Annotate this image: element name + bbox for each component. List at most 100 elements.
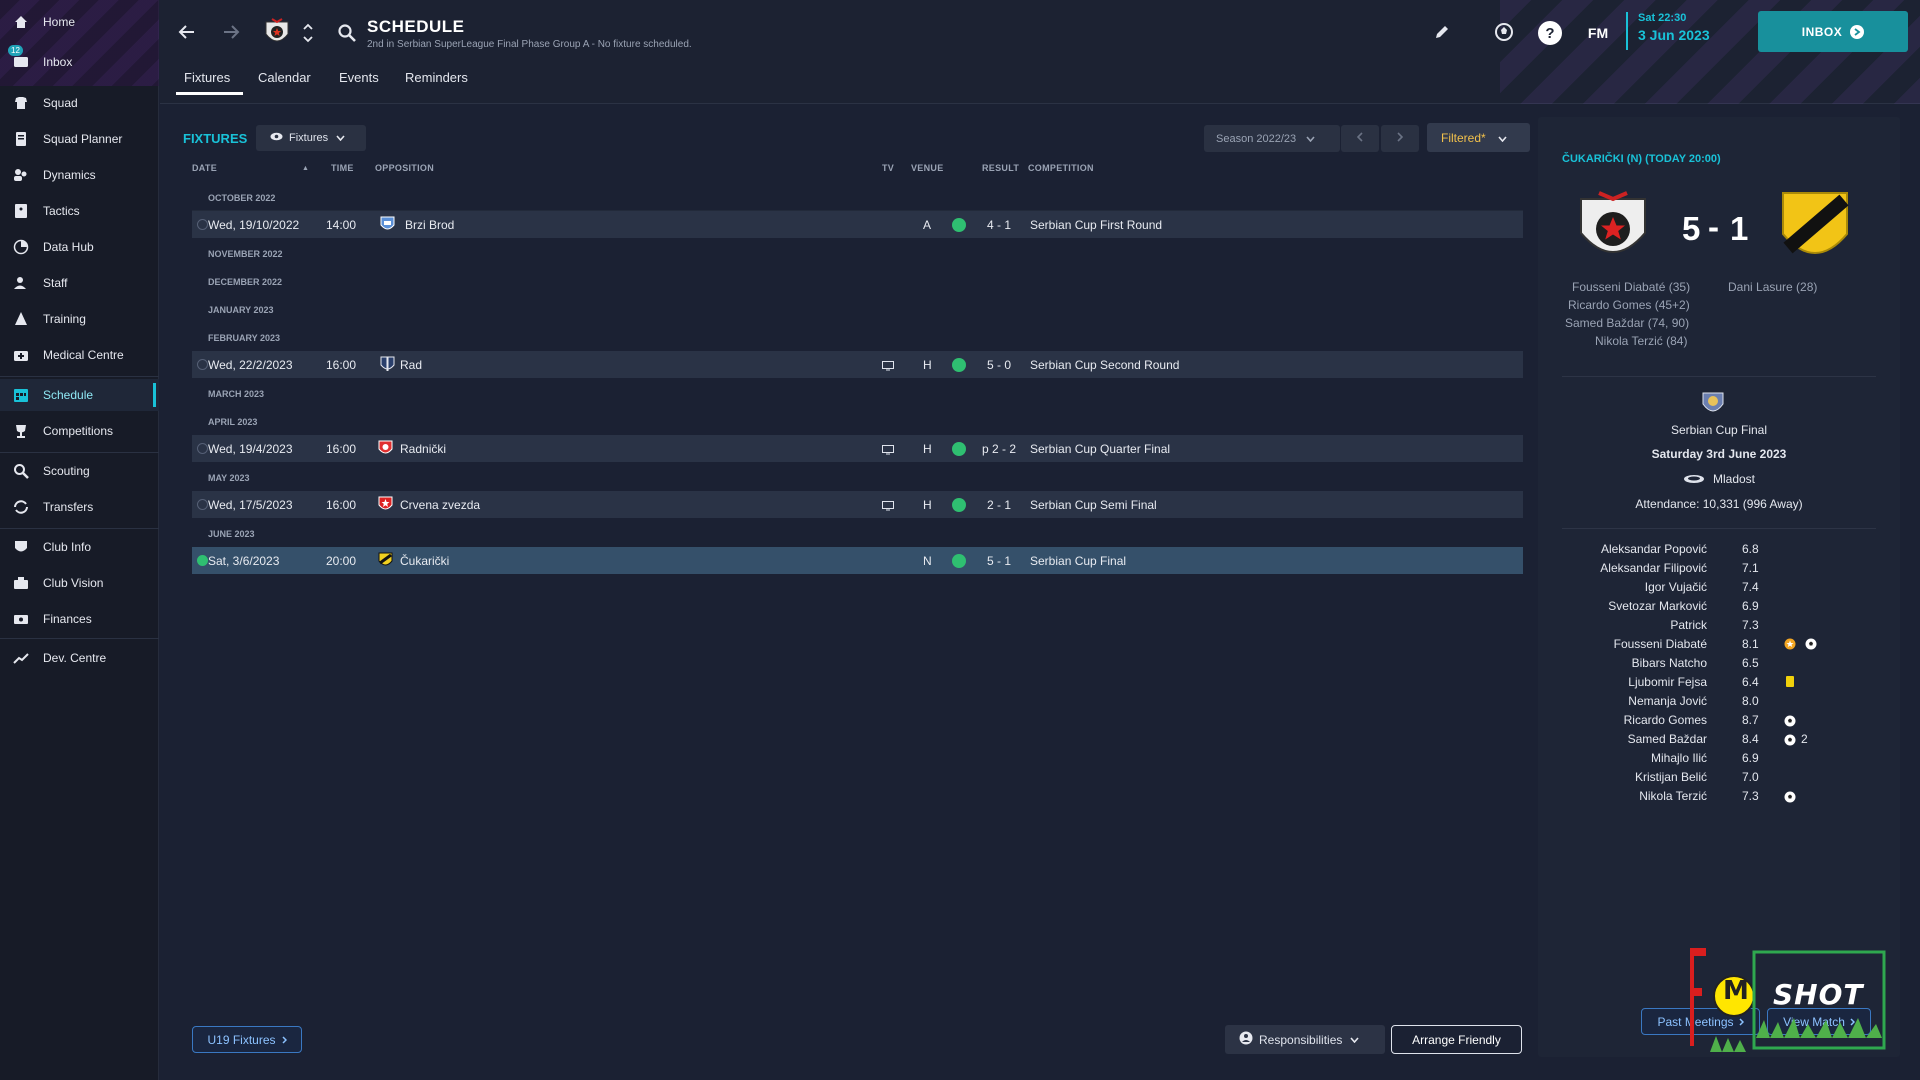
fixture-result[interactable]: p 2 - 2 xyxy=(982,442,1016,456)
sidebar-item-staff[interactable]: Staff xyxy=(0,267,159,299)
column-header-venue[interactable]: VENUE xyxy=(911,163,944,173)
schedule-icon xyxy=(12,386,30,404)
fm-logo[interactable]: FM xyxy=(1584,22,1612,44)
home-club-crest-icon[interactable] xyxy=(1577,189,1649,274)
column-header-opposition[interactable]: OPPOSITION xyxy=(375,163,434,173)
player-name[interactable]: Nikola Terzić xyxy=(1639,789,1707,803)
fixture-row[interactable]: Wed, 17/5/2023 16:00 Crvena zvezda H 2 -… xyxy=(192,491,1523,518)
player-name[interactable]: Kristijan Belić xyxy=(1635,770,1707,784)
fixture-result[interactable]: 2 - 1 xyxy=(987,498,1011,512)
sidebar-item-schedule[interactable]: Schedule xyxy=(0,379,159,411)
fixtures-view-dropdown[interactable]: Fixtures xyxy=(256,125,366,151)
sidebar-item-label: Club Vision xyxy=(43,576,104,590)
sidebar-item-scouting[interactable]: Scouting xyxy=(0,455,159,487)
fixture-opposition[interactable]: Crvena zvezda xyxy=(400,498,480,512)
sidebar-item-medical-centre[interactable]: Medical Centre xyxy=(0,339,159,371)
player-name[interactable]: Igor Vujačić xyxy=(1645,580,1707,594)
fixture-competition[interactable]: Serbian Cup Second Round xyxy=(1030,358,1179,372)
fixture-competition[interactable]: Serbian Cup First Round xyxy=(1030,218,1162,232)
fixture-row[interactable]: Wed, 19/10/2022 14:00 Brzi Brod A 4 - 1 … xyxy=(192,211,1523,238)
column-header-tv[interactable]: TV xyxy=(882,163,894,173)
player-name[interactable]: Ricardo Gomes xyxy=(1624,713,1707,727)
tab-events[interactable]: Events xyxy=(339,70,379,85)
player-name[interactable]: Fousseni Diabaté xyxy=(1614,637,1707,651)
fixture-result[interactable]: 5 - 0 xyxy=(987,358,1011,372)
fixture-row[interactable]: Wed, 22/2/2023 16:00 Rad H 5 - 0 Serbian… xyxy=(192,351,1523,378)
inbox-continue-button[interactable]: INBOX xyxy=(1758,11,1908,52)
season-dropdown[interactable]: Season 2022/23 xyxy=(1204,125,1340,152)
player-name[interactable]: Samed Baždar xyxy=(1628,732,1707,746)
forward-arrow-icon[interactable] xyxy=(219,20,243,44)
column-header-time[interactable]: TIME xyxy=(331,163,354,173)
fixture-competition[interactable]: Serbian Cup Quarter Final xyxy=(1030,442,1170,456)
club-switch-chevrons-icon[interactable] xyxy=(301,20,315,46)
club-crest-icon[interactable] xyxy=(262,16,292,50)
fixture-opposition[interactable]: Radnički xyxy=(400,442,446,456)
home-scorer: Ricardo Gomes (45+2) xyxy=(1568,298,1690,312)
search-icon[interactable] xyxy=(334,20,360,46)
player-name[interactable]: Ljubomir Fejsa xyxy=(1628,675,1707,689)
tab-calendar[interactable]: Calendar xyxy=(258,70,311,85)
fixture-opposition[interactable]: Čukarički xyxy=(400,554,449,568)
fixture-time: 14:00 xyxy=(326,217,357,232)
sidebar-item-club-info[interactable]: Club Info xyxy=(0,531,159,563)
sidebar-item-inbox[interactable]: 12 Inbox xyxy=(0,45,159,78)
arrange-friendly-button[interactable]: Arrange Friendly xyxy=(1391,1025,1522,1054)
sidebar-item-label: Data Hub xyxy=(43,240,94,254)
sidebar-item-finances[interactable]: Finances xyxy=(0,603,159,635)
sidebar-item-competitions[interactable]: Competitions xyxy=(0,415,159,447)
edit-pencil-icon[interactable] xyxy=(1432,22,1452,42)
fixture-competition[interactable]: Serbian Cup Semi Final xyxy=(1030,498,1157,512)
fixture-result[interactable]: 5 - 1 xyxy=(987,554,1011,568)
squad-planner-icon xyxy=(12,130,30,148)
player-name[interactable]: Aleksandar Filipović xyxy=(1600,561,1707,575)
player-name[interactable]: Mihajlo Ilić xyxy=(1651,751,1707,765)
column-header-result[interactable]: RESULT xyxy=(982,163,1019,173)
sidebar-item-transfers[interactable]: Transfers xyxy=(0,491,159,523)
next-season-button[interactable] xyxy=(1381,125,1419,152)
staff-icon xyxy=(12,274,30,292)
away-club-crest-icon[interactable] xyxy=(1780,190,1850,275)
inbox-button-label: INBOX xyxy=(1801,24,1843,39)
player-name[interactable]: Patrick xyxy=(1670,618,1707,632)
away-scorer: Dani Lasure (28) xyxy=(1728,280,1818,294)
sort-ascending-icon[interactable]: ▲ xyxy=(302,165,309,172)
sidebar-item-tactics[interactable]: Tactics xyxy=(0,195,159,227)
player-rating: 6.8 xyxy=(1742,542,1759,556)
column-header-competition[interactable]: COMPETITION xyxy=(1028,163,1094,173)
fixture-competition[interactable]: Serbian Cup Final xyxy=(1030,554,1126,568)
tab-fixtures[interactable]: Fixtures xyxy=(184,70,230,85)
goal-ball-icon xyxy=(1784,734,1796,749)
sidebar-item-dynamics[interactable]: Dynamics xyxy=(0,159,159,191)
prev-season-button[interactable] xyxy=(1341,125,1379,152)
sidebar-item-squad[interactable]: Squad xyxy=(0,87,159,119)
responsibilities-dropdown[interactable]: Responsibilities xyxy=(1225,1025,1385,1054)
back-arrow-icon[interactable] xyxy=(175,20,199,44)
match-competition[interactable]: Serbian Cup Final xyxy=(1538,423,1900,437)
player-name[interactable]: Bibars Natcho xyxy=(1632,656,1707,670)
fixture-opposition[interactable]: Brzi Brod xyxy=(405,218,454,232)
fixture-row-selected[interactable]: Sat, 3/6/2023 20:00 Čukarički N 5 - 1 Se… xyxy=(192,547,1523,574)
stadium-icon xyxy=(1683,473,1705,487)
fixture-row[interactable]: Wed, 19/4/2023 16:00 Radnički H p 2 - 2 … xyxy=(192,435,1523,462)
tab-reminders[interactable]: Reminders xyxy=(405,70,468,85)
football-world-icon[interactable] xyxy=(1492,20,1516,44)
sidebar-item-home[interactable]: Home xyxy=(0,6,159,38)
sidebar-item-data-hub[interactable]: Data Hub xyxy=(0,231,159,263)
match-panel-header[interactable]: ČUKARIČKI (N) (TODAY 20:00) xyxy=(1562,153,1721,165)
sidebar-item-training[interactable]: Training xyxy=(0,303,159,335)
fixture-date: Wed, 19/10/2022 xyxy=(208,217,300,232)
fixture-result[interactable]: 4 - 1 xyxy=(987,218,1011,232)
sidebar-item-squad-planner[interactable]: Squad Planner xyxy=(0,123,159,155)
filter-dropdown[interactable]: Filtered* xyxy=(1427,123,1530,152)
sidebar-item-dev-centre[interactable]: Dev. Centre xyxy=(0,642,159,674)
u19-fixtures-button[interactable]: U19 Fixtures xyxy=(192,1026,302,1053)
help-icon[interactable]: ? xyxy=(1538,21,1562,45)
sidebar-item-club-vision[interactable]: Club Vision xyxy=(0,567,159,599)
player-name[interactable]: Svetozar Marković xyxy=(1608,599,1707,613)
fixture-opposition[interactable]: Rad xyxy=(400,358,422,372)
player-name[interactable]: Nemanja Jović xyxy=(1628,694,1707,708)
stadium-name[interactable]: Mladost xyxy=(1713,472,1755,486)
column-header-date[interactable]: DATE xyxy=(192,163,217,173)
player-name[interactable]: Aleksandar Popović xyxy=(1601,542,1707,556)
